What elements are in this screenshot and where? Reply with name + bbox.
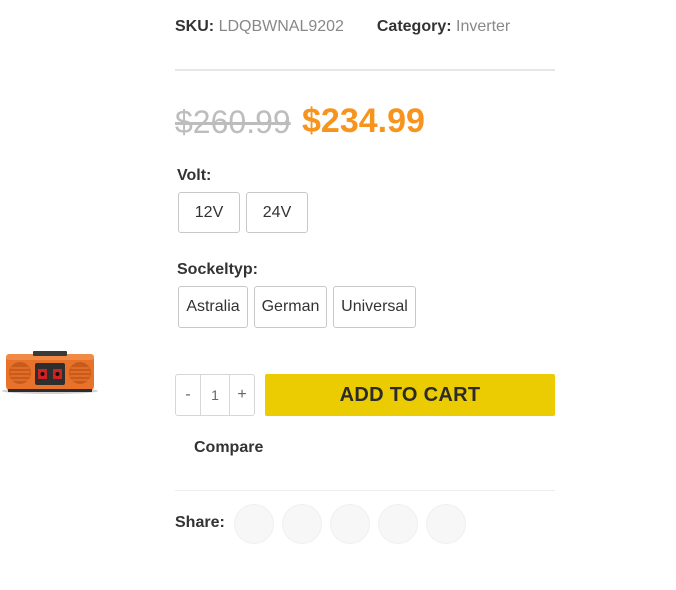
- quantity-input[interactable]: [200, 375, 230, 415]
- add-to-cart-button[interactable]: ADD TO CART: [265, 374, 555, 416]
- socket-option-german[interactable]: German: [254, 286, 327, 328]
- compare-link[interactable]: Compare: [194, 438, 263, 458]
- socket-option-universal[interactable]: Universal: [333, 286, 416, 328]
- share-icon-3[interactable]: [330, 504, 370, 544]
- divider: [175, 69, 555, 71]
- current-price: $234.99: [302, 102, 425, 140]
- inverter-image: [2, 351, 98, 394]
- category-link[interactable]: Inverter: [456, 18, 510, 35]
- sku-label: SKU:: [175, 18, 215, 35]
- quantity-stepper: - +: [175, 374, 255, 416]
- volt-label: Volt:: [177, 167, 212, 184]
- sku-value: LDQBWNAL9202: [218, 18, 344, 35]
- share-icon-1[interactable]: [234, 504, 274, 544]
- product-meta: SKU: LDQBWNAL9202 Category: Inverter: [175, 17, 510, 37]
- socket-label: Sockeltyp:: [177, 261, 258, 278]
- share-icon-2[interactable]: [282, 504, 322, 544]
- share-label: Share:: [175, 514, 225, 531]
- quantity-minus-button[interactable]: -: [176, 375, 200, 415]
- share-icon-4[interactable]: [378, 504, 418, 544]
- product-thumbnail[interactable]: [0, 345, 100, 397]
- volt-option-12v[interactable]: 12V: [178, 192, 240, 233]
- category-label: Category:: [376, 18, 452, 35]
- volt-option-24v[interactable]: 24V: [246, 192, 308, 233]
- old-price: $260.99: [175, 104, 291, 140]
- share-icon-5[interactable]: [426, 504, 466, 544]
- divider: [175, 490, 555, 491]
- socket-option-astralia[interactable]: Astralia: [178, 286, 248, 328]
- quantity-plus-button[interactable]: +: [230, 375, 254, 415]
